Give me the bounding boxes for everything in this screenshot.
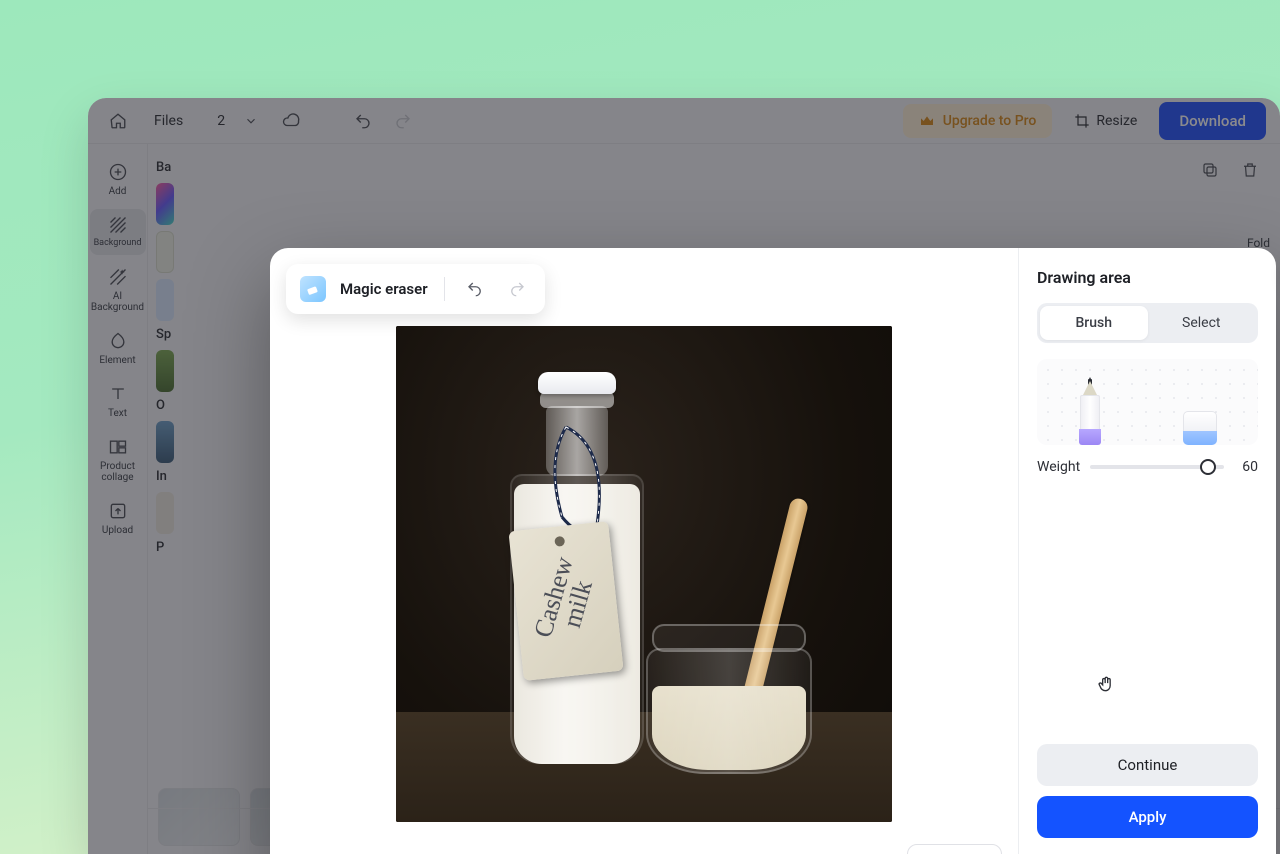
seg-brush[interactable]: Brush: [1040, 306, 1148, 340]
weight-label: Weight: [1037, 459, 1080, 475]
tool-name: Magic eraser: [340, 280, 428, 298]
hand-cursor-icon: [1096, 674, 1116, 694]
eraser-icon: [300, 276, 326, 302]
mode-segmented: Brush Select: [1037, 303, 1258, 343]
modal-side-panel: Drawing area Brush Select Weight 60 Cont…: [1018, 248, 1276, 854]
brush-tool[interactable]: [1076, 381, 1104, 445]
tag-text: Cashew milk: [531, 555, 601, 648]
weight-row: Weight 60: [1037, 459, 1258, 475]
separator: [444, 277, 445, 301]
panel-title: Drawing area: [1037, 268, 1258, 287]
eraser-tool[interactable]: [1181, 411, 1219, 445]
slider-thumb[interactable]: [1200, 459, 1216, 475]
working-image[interactable]: Cashew milk: [396, 326, 892, 822]
apply-label: Apply: [1129, 808, 1167, 826]
apply-button[interactable]: Apply: [1037, 796, 1258, 838]
seg-select[interactable]: Select: [1148, 306, 1256, 340]
compare-button[interactable]: Compare: [907, 844, 1002, 854]
modal-redo-icon[interactable]: [503, 275, 531, 303]
weight-value: 60: [1234, 459, 1258, 475]
weight-slider[interactable]: [1090, 465, 1224, 469]
modal-canvas-area: Magic eraser: [270, 248, 1018, 854]
modal-undo-icon[interactable]: [461, 275, 489, 303]
product-tag: Cashew milk: [508, 521, 623, 681]
app-window: Files 2 Upgrade to Pro Resize Download: [88, 98, 1280, 854]
continue-button[interactable]: Continue: [1037, 744, 1258, 786]
continue-label: Continue: [1118, 756, 1178, 774]
magic-eraser-modal: Magic eraser: [270, 248, 1276, 854]
tool-picker: [1037, 359, 1258, 445]
tool-chip: Magic eraser: [286, 264, 545, 314]
